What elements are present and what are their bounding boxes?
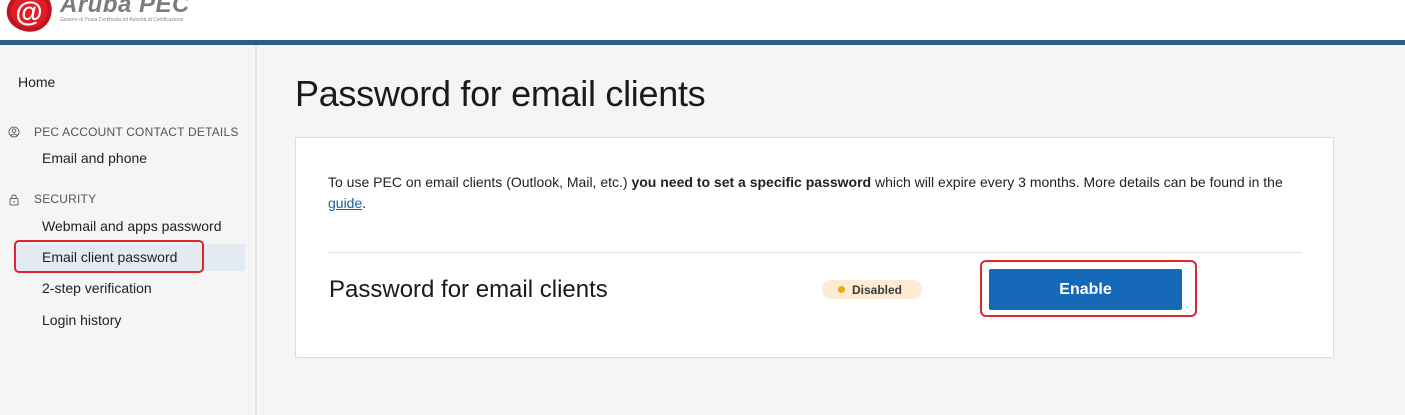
top-bar: @ Aruba PEC Gestore di Posta Certificata… [0, 0, 1405, 40]
section-security: SECURITY [0, 191, 257, 207]
lock-icon [0, 193, 34, 206]
highlight-annotation [14, 240, 204, 273]
at-seal-icon: @ [6, 0, 52, 32]
page-title: Password for email clients [295, 73, 706, 114]
setting-label: Password for email clients [329, 276, 608, 303]
divider [328, 252, 1302, 253]
guide-link[interactable]: guide [328, 195, 362, 211]
user-circle-icon [0, 126, 34, 138]
svg-text:@: @ [15, 0, 42, 27]
main-content: Password for email clients To use PEC on… [257, 45, 1405, 415]
sidebar: Home PEC ACCOUNT CONTACT DETAILS Email a… [0, 45, 257, 415]
sidebar-item-email-and-phone[interactable]: Email and phone [42, 150, 147, 166]
sidebar-item-login-history[interactable]: Login history [42, 312, 121, 328]
highlight-annotation: Enable [980, 260, 1197, 317]
status-dot-icon [838, 286, 845, 293]
status-text: Disabled [852, 282, 903, 297]
section-title: PEC ACCOUNT CONTACT DETAILS [34, 125, 239, 139]
intro-emphasis: you need to set a specific password [631, 174, 872, 190]
brand-tagline: Gestore di Posta Certificata ed Autorità… [60, 17, 184, 23]
sidebar-item-home[interactable]: Home [18, 74, 55, 90]
section-title: SECURITY [34, 192, 97, 206]
settings-card: To use PEC on email clients (Outlook, Ma… [295, 137, 1334, 358]
section-pec-account-contact-details: PEC ACCOUNT CONTACT DETAILS [0, 124, 257, 140]
sidebar-item-webmail-and-apps-password[interactable]: Webmail and apps password [42, 218, 222, 234]
brand-name: Aruba PEC [60, 0, 190, 18]
aruba-pec-logo[interactable]: @ Aruba PEC Gestore di Posta Certificata… [4, 0, 190, 32]
intro-text: To use PEC on email clients (Outlook, Ma… [328, 174, 1283, 211]
status-badge: Disabled [822, 280, 922, 299]
sidebar-item-2-step-verification[interactable]: 2-step verification [42, 280, 152, 296]
enable-button[interactable]: Enable [989, 269, 1182, 310]
